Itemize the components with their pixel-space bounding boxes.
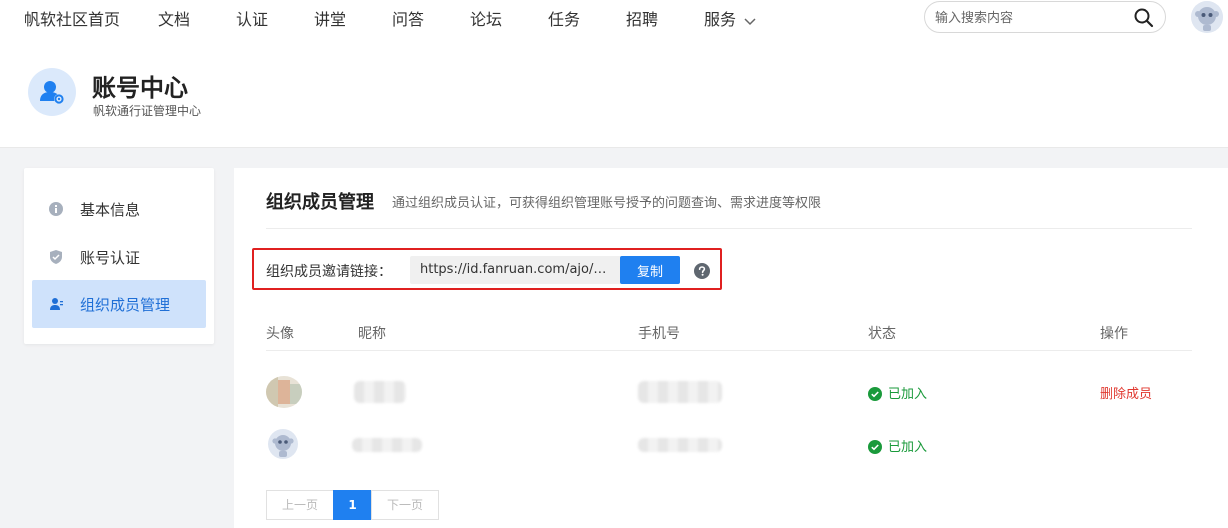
remove-member-link[interactable]: 删除成员 — [1100, 383, 1152, 402]
invite-link-box: 组织成员邀请链接： https://id.fanruan.com/ajo/?ce… — [252, 248, 722, 290]
info-icon — [48, 201, 64, 221]
sidebar-item-org-members[interactable]: 组织成员管理 — [32, 280, 206, 328]
column-header-phone: 手机号 — [638, 326, 680, 342]
search-input[interactable] — [935, 9, 1125, 27]
member-avatar — [266, 428, 302, 460]
sidebar-item-label: 组织成员管理 — [80, 296, 171, 314]
phone-redacted — [638, 438, 722, 452]
table-row: 已加入 — [234, 420, 1228, 470]
top-navigation: 帆软社区首页 文档 认证 讲堂 问答 论坛 任务 招聘 服务 — [0, 0, 1228, 34]
account-header: 账号中心 帆软通行证管理中心 — [0, 34, 1228, 148]
sidebar-item-account-cert[interactable]: 账号认证 — [32, 233, 206, 281]
robot-avatar-icon — [268, 429, 298, 459]
nav-qa[interactable]: 问答 — [392, 6, 424, 30]
phone-redacted — [638, 381, 722, 403]
help-icon[interactable] — [694, 263, 710, 283]
sidebar-item-label: 基本信息 — [80, 201, 141, 219]
account-settings-icon — [28, 68, 76, 116]
copy-button[interactable]: 复制 — [620, 256, 680, 284]
section-title: 组织成员管理 — [266, 192, 374, 213]
status-joined: 已加入 — [868, 436, 927, 458]
section-description: 通过组织成员认证，可获得组织管理账号授予的问题查询、需求进度等权限 — [392, 196, 822, 211]
page-subtitle: 帆软通行证管理中心 — [93, 104, 202, 118]
member-avatar — [266, 376, 302, 408]
prev-page-button[interactable]: 上一页 — [266, 490, 334, 520]
nav-lectures[interactable]: 讲堂 — [314, 6, 346, 30]
search-icon[interactable] — [1133, 7, 1155, 33]
invite-link-field[interactable]: https://id.fanruan.com/ajo/?ce... — [410, 256, 622, 284]
nickname-redacted — [352, 438, 422, 452]
chevron-down-icon — [744, 11, 756, 30]
table-row: 已加入 删除成员 — [234, 368, 1228, 418]
status-label: 已加入 — [888, 387, 928, 402]
shield-icon — [48, 249, 64, 269]
check-circle-icon — [868, 440, 882, 458]
robot-avatar-icon — [1191, 1, 1223, 33]
next-page-button[interactable]: 下一页 — [371, 490, 439, 520]
nav-certification[interactable]: 认证 — [236, 6, 268, 30]
page-title: 账号中心 — [92, 74, 188, 102]
status-label: 已加入 — [888, 440, 928, 455]
sidebar: 基本信息 账号认证 组织成员管理 — [24, 168, 214, 344]
nav-home[interactable]: 帆软社区首页 — [24, 6, 120, 30]
table-header-divider — [266, 350, 1192, 351]
nav-forum[interactable]: 论坛 — [470, 6, 502, 30]
sidebar-item-basic-info[interactable]: 基本信息 — [32, 185, 206, 233]
main-panel: 组织成员管理 通过组织成员认证，可获得组织管理账号授予的问题查询、需求进度等权限… — [234, 168, 1228, 528]
nav-services-label: 服务 — [704, 10, 737, 29]
nav-tasks[interactable]: 任务 — [548, 6, 580, 30]
nav-services[interactable]: 服务 — [704, 6, 756, 30]
nickname-redacted — [354, 381, 406, 403]
status-joined: 已加入 — [868, 383, 927, 405]
user-icon — [48, 296, 64, 316]
column-header-avatar: 头像 — [266, 326, 294, 342]
column-header-nickname: 昵称 — [358, 326, 386, 342]
divider — [266, 228, 1192, 229]
nav-jobs[interactable]: 招聘 — [626, 6, 658, 30]
page-1-button[interactable]: 1 — [333, 490, 372, 520]
column-header-action: 操作 — [1100, 326, 1128, 342]
column-header-status: 状态 — [868, 326, 896, 342]
search-box — [924, 1, 1166, 33]
user-avatar[interactable] — [1191, 1, 1223, 33]
sidebar-item-label: 账号认证 — [80, 249, 141, 267]
check-circle-icon — [868, 387, 882, 405]
nav-docs[interactable]: 文档 — [158, 6, 190, 30]
invite-link-label: 组织成员邀请链接： — [266, 264, 392, 280]
